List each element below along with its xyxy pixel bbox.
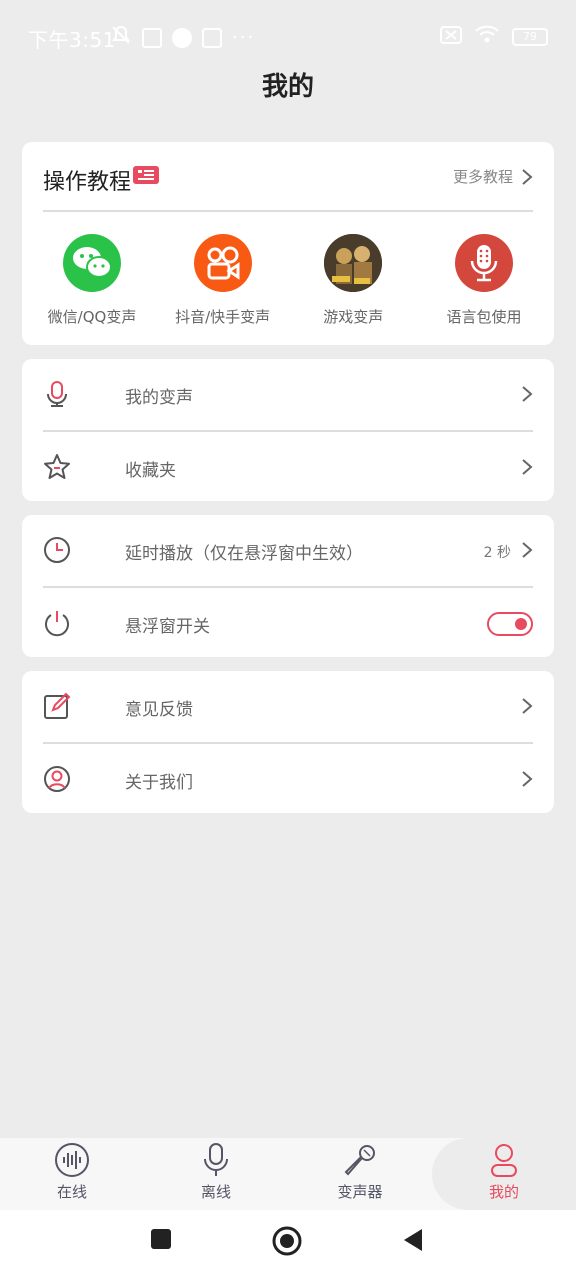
voice-menu-card: 我的变声 收藏夹 bbox=[22, 359, 554, 501]
tutorial-item-label: 微信/QQ变声 bbox=[47, 308, 137, 326]
user-icon bbox=[491, 1144, 517, 1177]
chevron-right-icon bbox=[522, 459, 533, 475]
system-navigation-bar bbox=[0, 1210, 576, 1280]
battery-indicator: 79 bbox=[512, 27, 548, 46]
status-system-icons: 79 bbox=[440, 24, 548, 49]
recents-button[interactable] bbox=[150, 1228, 172, 1250]
more-tutorials-label: 更多教程 bbox=[452, 168, 513, 186]
star-icon bbox=[44, 454, 70, 479]
menu-row-delay-playback[interactable]: 延时播放（仅在悬浮窗中生效） 2 秒 bbox=[43, 515, 533, 586]
menu-row-my-voice[interactable]: 我的变声 bbox=[43, 359, 533, 430]
more-tutorials-link[interactable]: 更多教程 bbox=[453, 166, 533, 187]
tab-label: 变声器 bbox=[337, 1183, 383, 1201]
delay-value: 2 秒 bbox=[483, 545, 511, 561]
chevron-right-icon bbox=[522, 698, 533, 714]
book-icon bbox=[133, 166, 159, 186]
clock-icon bbox=[44, 537, 70, 563]
app-notification-icon bbox=[142, 27, 162, 48]
status-bar: 下午3:51 ··· 79 bbox=[0, 0, 576, 72]
power-icon bbox=[45, 611, 69, 637]
tutorial-header: 操作教程 更多教程 bbox=[43, 142, 533, 212]
sim-icon bbox=[440, 25, 462, 49]
playback-settings-card: 延时播放（仅在悬浮窗中生效） 2 秒 悬浮窗开关 bbox=[22, 515, 554, 657]
wifi-icon bbox=[474, 24, 500, 49]
tutorial-item-label: 游戏变声 bbox=[323, 308, 384, 326]
check-badge-icon bbox=[172, 27, 192, 48]
karaoke-mic-icon bbox=[344, 1145, 375, 1176]
back-button[interactable] bbox=[402, 1228, 424, 1252]
more-notifications-icon: ··· bbox=[232, 27, 256, 48]
about-card: 意见反馈 关于我们 bbox=[22, 671, 554, 813]
page-title: 我的 bbox=[261, 72, 314, 102]
tutorial-item-label: 抖音/快手变声 bbox=[175, 308, 271, 326]
wechat-icon bbox=[63, 234, 121, 292]
waveform-icon bbox=[55, 1143, 89, 1177]
tutorial-grid: 微信/QQ变声 抖音/快手变声 游戏变声 语言包使用 bbox=[22, 212, 554, 327]
tutorial-item-douyin-kuaishou[interactable]: 抖音/快手变声 bbox=[159, 234, 287, 327]
menu-label: 我的变声 bbox=[125, 388, 193, 408]
voice-pack-icon bbox=[454, 234, 513, 292]
mute-icon bbox=[110, 24, 132, 51]
status-time: 下午3:51 bbox=[28, 28, 116, 52]
tutorial-item-label: 语言包使用 bbox=[446, 308, 522, 326]
menu-row-about-us[interactable]: 关于我们 bbox=[43, 742, 533, 813]
status-notification-icons: ··· bbox=[110, 24, 255, 51]
tab-voice-changer[interactable]: 变声器 bbox=[288, 1138, 432, 1210]
tab-label: 我的 bbox=[488, 1183, 519, 1201]
chevron-right-icon bbox=[522, 168, 533, 185]
menu-label: 延时播放（仅在悬浮窗中生效） bbox=[125, 544, 363, 564]
floating-window-toggle[interactable] bbox=[487, 612, 533, 636]
chevron-right-icon bbox=[522, 386, 533, 402]
menu-row-favorites[interactable]: 收藏夹 bbox=[43, 430, 533, 501]
microphone-icon bbox=[204, 1143, 228, 1176]
microphone-icon bbox=[47, 381, 67, 407]
game-icon bbox=[324, 234, 383, 292]
tab-label: 离线 bbox=[200, 1183, 231, 1201]
menu-label: 意见反馈 bbox=[125, 700, 193, 720]
tab-label: 在线 bbox=[56, 1183, 87, 1201]
chevron-right-icon bbox=[522, 542, 533, 558]
menu-row-floating-window: 悬浮窗开关 bbox=[43, 586, 533, 657]
tutorial-item-game[interactable]: 游戏变声 bbox=[289, 234, 417, 327]
app-notification-icon bbox=[202, 27, 222, 48]
tutorial-card: 操作教程 更多教程 微信/QQ变声 抖音/快手变声 游戏变声 语言包使用 bbox=[22, 142, 554, 345]
user-circle-icon bbox=[44, 766, 70, 792]
chevron-right-icon bbox=[522, 771, 533, 787]
tutorial-item-wechat[interactable]: 微信/QQ变声 bbox=[28, 234, 156, 327]
menu-label: 收藏夹 bbox=[125, 461, 176, 481]
toggle-knob bbox=[515, 618, 527, 630]
kuaishou-icon bbox=[193, 234, 252, 292]
home-button[interactable] bbox=[272, 1226, 302, 1256]
bottom-tab-bar: 在线 离线 变声器 我的 bbox=[0, 1138, 576, 1210]
menu-row-feedback[interactable]: 意见反馈 bbox=[43, 671, 533, 742]
tab-offline[interactable]: 离线 bbox=[144, 1138, 288, 1210]
tab-online[interactable]: 在线 bbox=[0, 1138, 144, 1210]
edit-icon bbox=[44, 692, 71, 719]
tutorial-item-voice-pack[interactable]: 语言包使用 bbox=[420, 234, 548, 327]
tab-mine[interactable]: 我的 bbox=[432, 1138, 576, 1210]
menu-label: 悬浮窗开关 bbox=[125, 617, 210, 637]
tutorial-title: 操作教程 bbox=[43, 170, 132, 195]
menu-label: 关于我们 bbox=[125, 773, 193, 793]
